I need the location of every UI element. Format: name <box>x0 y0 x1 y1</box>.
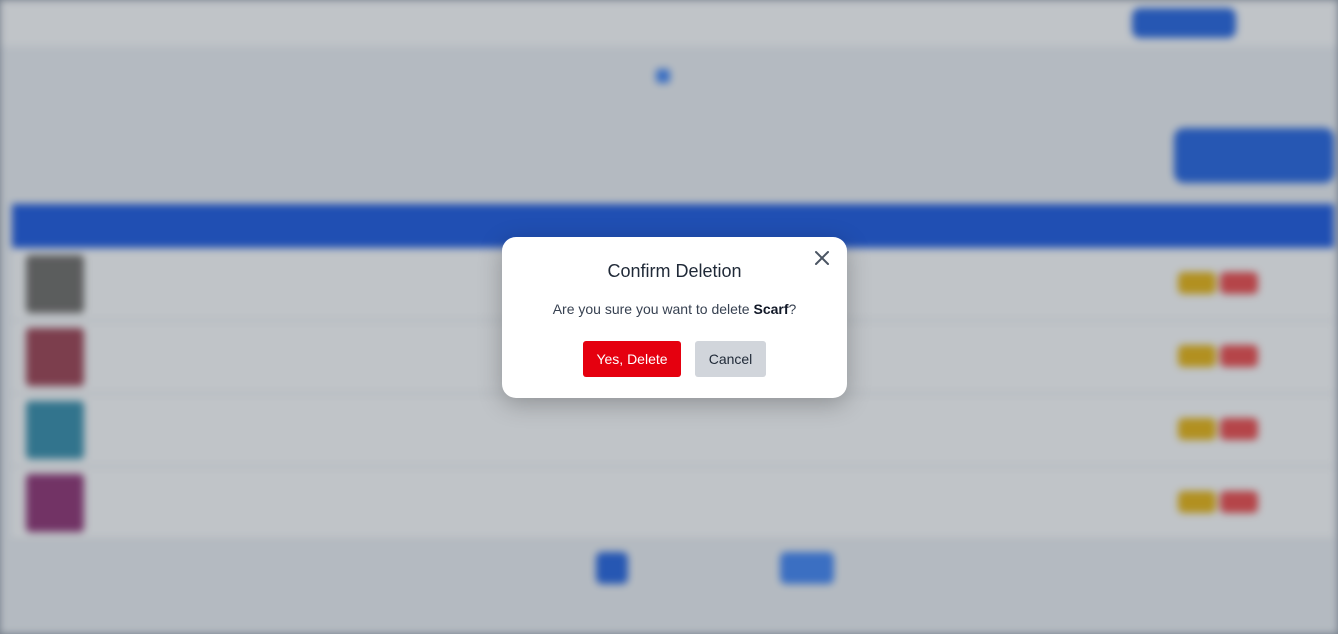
dialog-message-suffix: ? <box>788 301 797 317</box>
dialog-message-prefix: Are you sure you want to delete <box>552 301 754 317</box>
cancel-button[interactable]: Cancel <box>695 341 766 377</box>
dialog-title: Confirm Deletion <box>607 261 742 281</box>
dialog-message: Are you sure you want to delete Scarf? <box>502 301 847 317</box>
confirm-delete-button[interactable]: Yes, Delete <box>583 341 681 377</box>
dialog-item-name: Scarf <box>753 301 789 317</box>
confirm-delete-dialog: Confirm Deletion Are you sure you want t… <box>502 237 847 398</box>
